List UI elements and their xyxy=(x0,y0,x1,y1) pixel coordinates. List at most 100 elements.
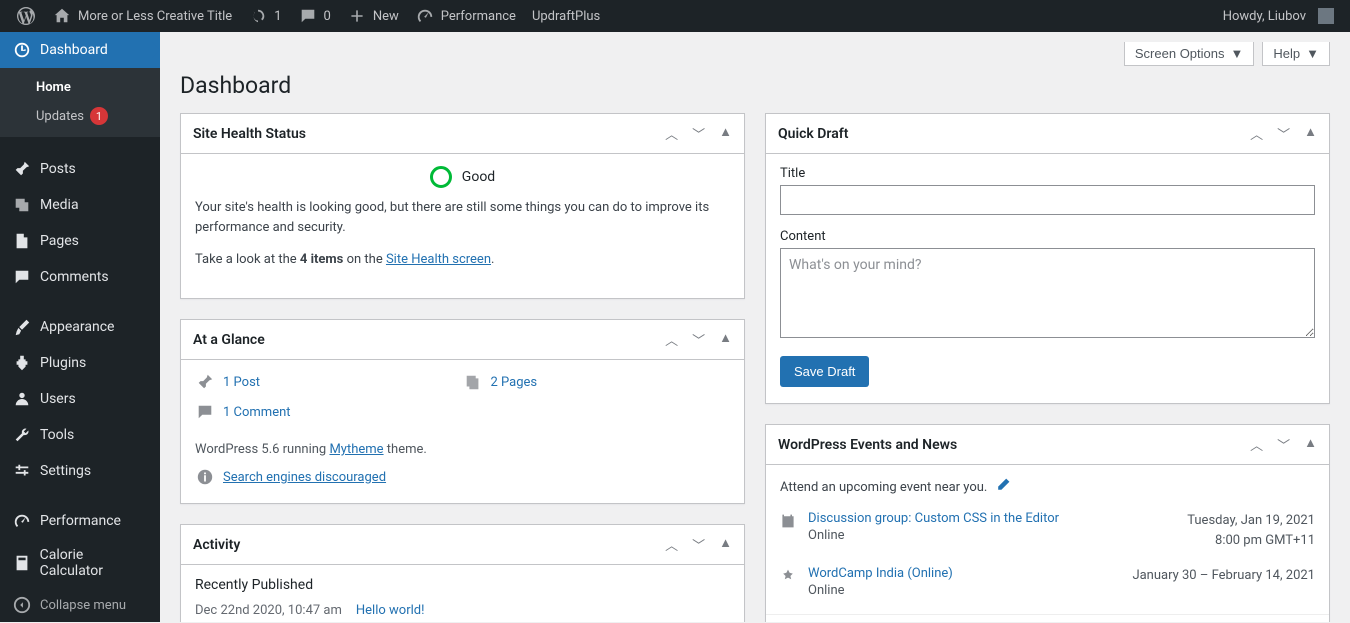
caret-up-icon[interactable]: ▲ xyxy=(1304,435,1317,454)
health-items-line: Take a look at the 4 items on the Site H… xyxy=(195,250,730,270)
caret-down-icon: ▼ xyxy=(1306,46,1319,61)
comment-icon xyxy=(298,6,318,26)
menu-media[interactable]: Media xyxy=(0,187,160,223)
comments-link[interactable]: 0 xyxy=(290,0,339,32)
menu-comments[interactable]: Comments xyxy=(0,259,160,295)
site-title: More or Less Creative Title xyxy=(78,9,232,24)
new-link[interactable]: New xyxy=(339,0,407,32)
events-news-box: WordPress Events and News ︿ ﹀ ▲ Attend a… xyxy=(765,424,1330,622)
menu-settings[interactable]: Settings xyxy=(0,453,160,489)
chevron-up-icon[interactable]: ︿ xyxy=(665,124,678,143)
calendar-icon xyxy=(780,511,798,550)
menu-tools[interactable]: Tools xyxy=(0,417,160,453)
box-title: At a Glance xyxy=(193,332,265,348)
chevron-up-icon[interactable]: ︿ xyxy=(665,330,678,349)
health-status-icon xyxy=(430,166,452,188)
help-button[interactable]: Help ▼ xyxy=(1262,42,1330,66)
menu-plugins[interactable]: Plugins xyxy=(0,345,160,381)
wp-logo[interactable] xyxy=(8,0,44,32)
search-discouraged-link[interactable]: Search engines discouraged xyxy=(223,470,386,485)
event-link[interactable]: Discussion group: Custom CSS in the Edit… xyxy=(808,511,1177,526)
pin-icon xyxy=(12,159,32,179)
site-home-link[interactable]: More or Less Creative Title xyxy=(44,0,240,32)
updraft-label: UpdraftPlus xyxy=(532,9,600,24)
caret-up-icon[interactable]: ▲ xyxy=(719,330,732,349)
edit-location-icon[interactable] xyxy=(995,477,1011,497)
menu-collapse[interactable]: Collapse menu xyxy=(0,587,160,623)
glance-comments[interactable]: 1 Comment xyxy=(195,402,463,422)
chevron-down-icon[interactable]: ﹀ xyxy=(1277,124,1290,143)
qd-title-input[interactable] xyxy=(780,185,1315,215)
caret-up-icon[interactable]: ▲ xyxy=(1304,124,1317,143)
glance-pages[interactable]: 2 Pages xyxy=(463,372,731,392)
account-link[interactable]: Howdy, Liubov xyxy=(1215,0,1342,32)
menu-label: Dashboard xyxy=(40,42,108,58)
menu-performance[interactable]: Performance xyxy=(0,503,160,539)
box-title: Activity xyxy=(193,537,240,553)
event-time: 8:00 pm GMT+11 xyxy=(1187,531,1315,551)
main-content: Screen Options ▼ Help ▼ Dashboard Site H… xyxy=(160,32,1350,622)
performance-label: Performance xyxy=(441,9,516,24)
new-label: New xyxy=(373,9,399,24)
activity-box: Activity ︿ ﹀ ▲ Recently Published Dec 22… xyxy=(180,524,745,622)
site-health-link[interactable]: Site Health screen xyxy=(386,252,491,267)
activity-date: Dec 22nd 2020, 10:47 am xyxy=(195,603,342,618)
submenu-dashboard: Home Updates 1 xyxy=(0,68,160,137)
menu-dashboard[interactable]: Dashboard xyxy=(0,32,160,68)
page-title: Dashboard xyxy=(180,72,1330,99)
box-title: WordPress Events and News xyxy=(778,437,957,453)
submenu-home[interactable]: Home xyxy=(0,74,160,101)
chevron-up-icon[interactable]: ︿ xyxy=(1250,435,1263,454)
wordpress-icon xyxy=(16,6,36,26)
qd-title-label: Title xyxy=(780,166,1315,181)
info-icon xyxy=(195,467,215,487)
chevron-down-icon[interactable]: ﹀ xyxy=(1277,435,1290,454)
comment-icon xyxy=(12,267,32,287)
activity-post-link[interactable]: Hello world! xyxy=(356,603,425,618)
caret-up-icon[interactable]: ▲ xyxy=(719,124,732,143)
pin-icon xyxy=(195,372,215,392)
gauge-icon xyxy=(415,6,435,26)
menu-appearance[interactable]: Appearance xyxy=(0,309,160,345)
caret-down-icon: ▼ xyxy=(1231,46,1244,61)
chevron-down-icon[interactable]: ﹀ xyxy=(692,330,705,349)
recently-published-heading: Recently Published xyxy=(195,577,730,593)
event-date: January 30 – February 14, 2021 xyxy=(1132,566,1315,586)
plug-icon xyxy=(12,353,32,373)
wordcamp-icon xyxy=(780,566,798,598)
howdy-text: Howdy, Liubov xyxy=(1223,9,1306,24)
event-date: Tuesday, Jan 19, 2021 xyxy=(1187,511,1315,531)
chevron-up-icon[interactable]: ︿ xyxy=(1250,124,1263,143)
comments-count: 0 xyxy=(324,9,331,24)
screen-options-button[interactable]: Screen Options ▼ xyxy=(1124,42,1254,66)
submenu-updates[interactable]: Updates 1 xyxy=(0,101,160,131)
chevron-down-icon[interactable]: ﹀ xyxy=(692,535,705,554)
home-icon xyxy=(52,6,72,26)
glance-posts[interactable]: 1 Post xyxy=(195,372,463,392)
theme-link[interactable]: Mytheme xyxy=(329,442,383,457)
menu-users[interactable]: Users xyxy=(0,381,160,417)
box-title: Quick Draft xyxy=(778,126,848,142)
caret-up-icon[interactable]: ▲ xyxy=(719,535,732,554)
event-location: Online xyxy=(808,528,845,543)
event-link[interactable]: WordCamp India (Online) xyxy=(808,566,1122,581)
updraft-link[interactable]: UpdraftPlus xyxy=(524,0,608,32)
health-status: Good xyxy=(462,169,495,185)
chevron-up-icon[interactable]: ︿ xyxy=(665,535,678,554)
save-draft-button[interactable]: Save Draft xyxy=(780,356,869,387)
qd-content-label: Content xyxy=(780,229,1315,244)
menu-pages[interactable]: Pages xyxy=(0,223,160,259)
qd-content-textarea[interactable] xyxy=(780,248,1315,338)
quick-draft-box: Quick Draft ︿ ﹀ ▲ Title Content Save Dra… xyxy=(765,113,1330,404)
performance-link[interactable]: Performance xyxy=(407,0,524,32)
menu-posts[interactable]: Posts xyxy=(0,151,160,187)
user-icon xyxy=(12,389,32,409)
dashboard-icon xyxy=(12,40,32,60)
attend-text: Attend an upcoming event near you. xyxy=(780,480,987,495)
menu-calorie[interactable]: Calorie Calculator xyxy=(0,539,160,587)
chevron-down-icon[interactable]: ﹀ xyxy=(692,124,705,143)
admin-sidebar: Dashboard Home Updates 1 Posts Media Pag… xyxy=(0,32,160,622)
comment-icon xyxy=(195,402,215,422)
page-icon xyxy=(463,372,483,392)
updates-link[interactable]: 1 xyxy=(240,0,289,32)
